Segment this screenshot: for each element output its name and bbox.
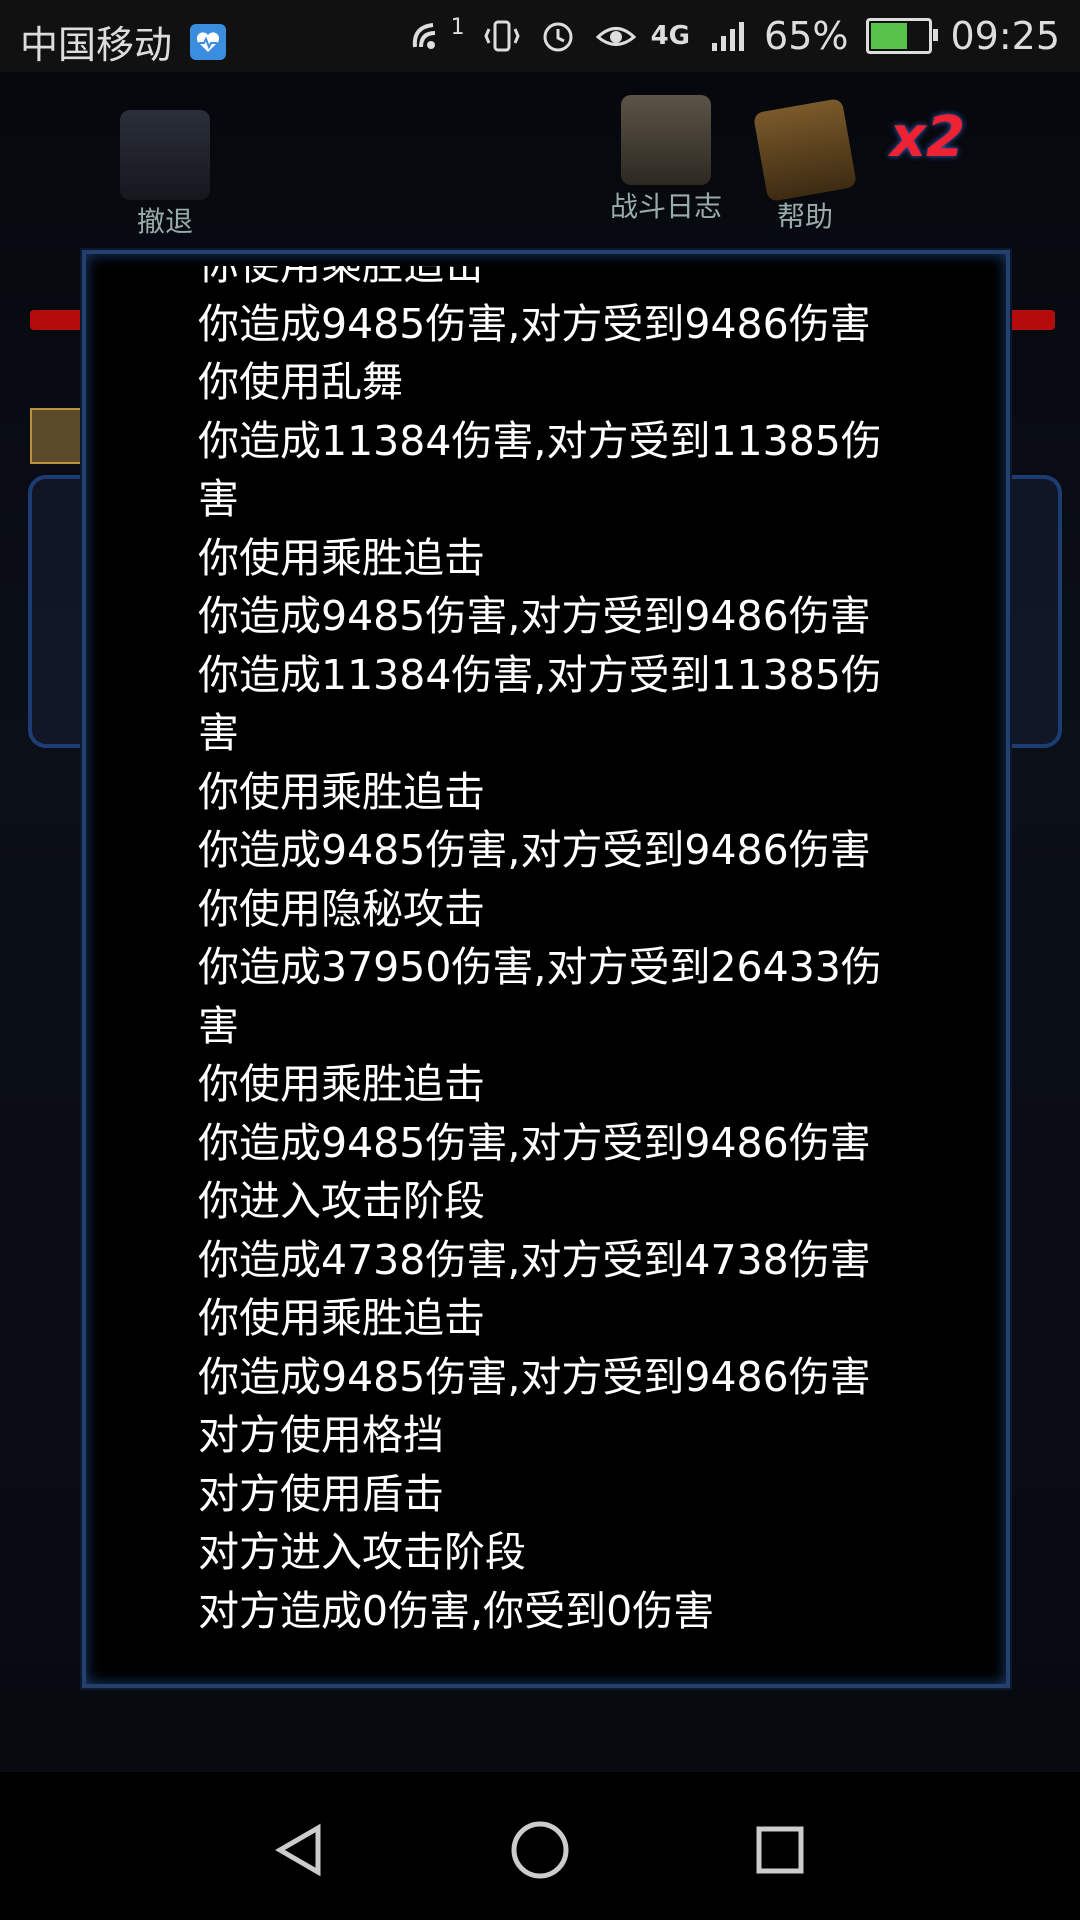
battle-log-line: 对方造成0伤害,你受到0伤害 [198,1586,715,1635]
battle-log-line: 你造成9485伤害,对方受到9486伤害 [198,826,871,874]
battle-log-list: 你使用乘胜追击你造成9485伤害,对方受到9486伤害你使用乱舞你造成11384… [198,266,898,1640]
help-label: 帮助 [776,200,833,233]
battery-icon [866,18,939,54]
home-circle-icon [511,1821,569,1879]
vibrate-icon [483,17,521,55]
battle-log-line: 你使用乘胜追击 [198,1060,485,1108]
wifi-call-icon [409,17,447,55]
battle-log-button[interactable]: 战斗日志 [610,95,722,225]
battle-log-line: 你造成9485伤害,对方受到9486伤害 [198,1352,871,1401]
back-triangle-icon [275,1823,321,1877]
battle-log-line: 你造成11384伤害,对方受到11385伤害 [198,650,882,758]
battery-percent: 65% [764,14,849,58]
carrier-label: 中国移动 [20,23,173,67]
recent-apps-button[interactable] [740,1810,820,1890]
battle-log-line: 你使用乱舞 [198,358,403,406]
wizard-hat-icon [120,110,210,200]
battle-log-line: 你造成37950伤害,对方受到26433伤害 [198,943,882,1050]
battle-log-scroll[interactable]: 你使用乘胜追击你造成9485伤害,对方受到9486伤害你使用乱舞你造成11384… [198,266,918,1666]
battle-log-line: 你进入攻击阶段 [198,1177,485,1225]
health-icon [190,23,227,60]
eye-icon [595,17,636,55]
avatar [30,408,86,464]
battle-log-line: 你使用隐秘攻击 [198,884,485,933]
network-badge: 1 [450,14,465,40]
retreat-button[interactable]: 撤退 [120,110,210,240]
battle-log-line: 对方进入攻击阶段 [198,1528,526,1576]
book-icon [752,97,858,203]
battle-log-line: 对方使用格挡 [198,1411,444,1459]
clock: 09:25 [950,14,1060,58]
battle-log-line: 你使用乘胜追击 [198,767,485,816]
battle-log-line: 你造成9485伤害,对方受到9486伤害 [198,299,871,348]
battle-log-dialog[interactable]: 你使用乘胜追击你造成9485伤害,对方受到9486伤害你使用乱舞你造成11384… [82,250,1010,1688]
battle-log-line: 你使用乘胜追击 [198,266,898,295]
battle-log-label: 战斗日志 [610,190,723,223]
battle-log-line: 你造成9485伤害,对方受到9486伤害 [198,592,871,640]
battle-log-line: 你造成11384伤害,对方受到11385伤害 [198,416,882,524]
alarm-icon [539,17,577,55]
home-button[interactable] [500,1810,580,1890]
retreat-label: 撤退 [136,205,193,238]
signal-icon [708,17,746,55]
battle-log-line: 你造成4738伤害,对方受到4738伤害 [198,1235,871,1284]
battle-log-line: 你造成9485伤害,对方受到9486伤害 [198,1118,871,1167]
nav-bar [0,1780,1080,1920]
network-type-label: 4G [650,21,691,51]
scroll-icon [621,95,711,185]
battle-log-line: 你使用乘胜追击 [198,533,485,582]
recent-square-icon [756,1826,804,1874]
help-button[interactable]: 帮助 [752,97,858,235]
battle-log-line: 你使用乘胜追击 [198,1294,485,1342]
battle-log-line: 对方使用盾击 [198,1469,444,1518]
back-button[interactable] [260,1810,340,1890]
speed-x2-button[interactable]: x2 [890,105,990,185]
status-bar: 中国移动 1 4G 65% 09:25 [0,0,1080,72]
